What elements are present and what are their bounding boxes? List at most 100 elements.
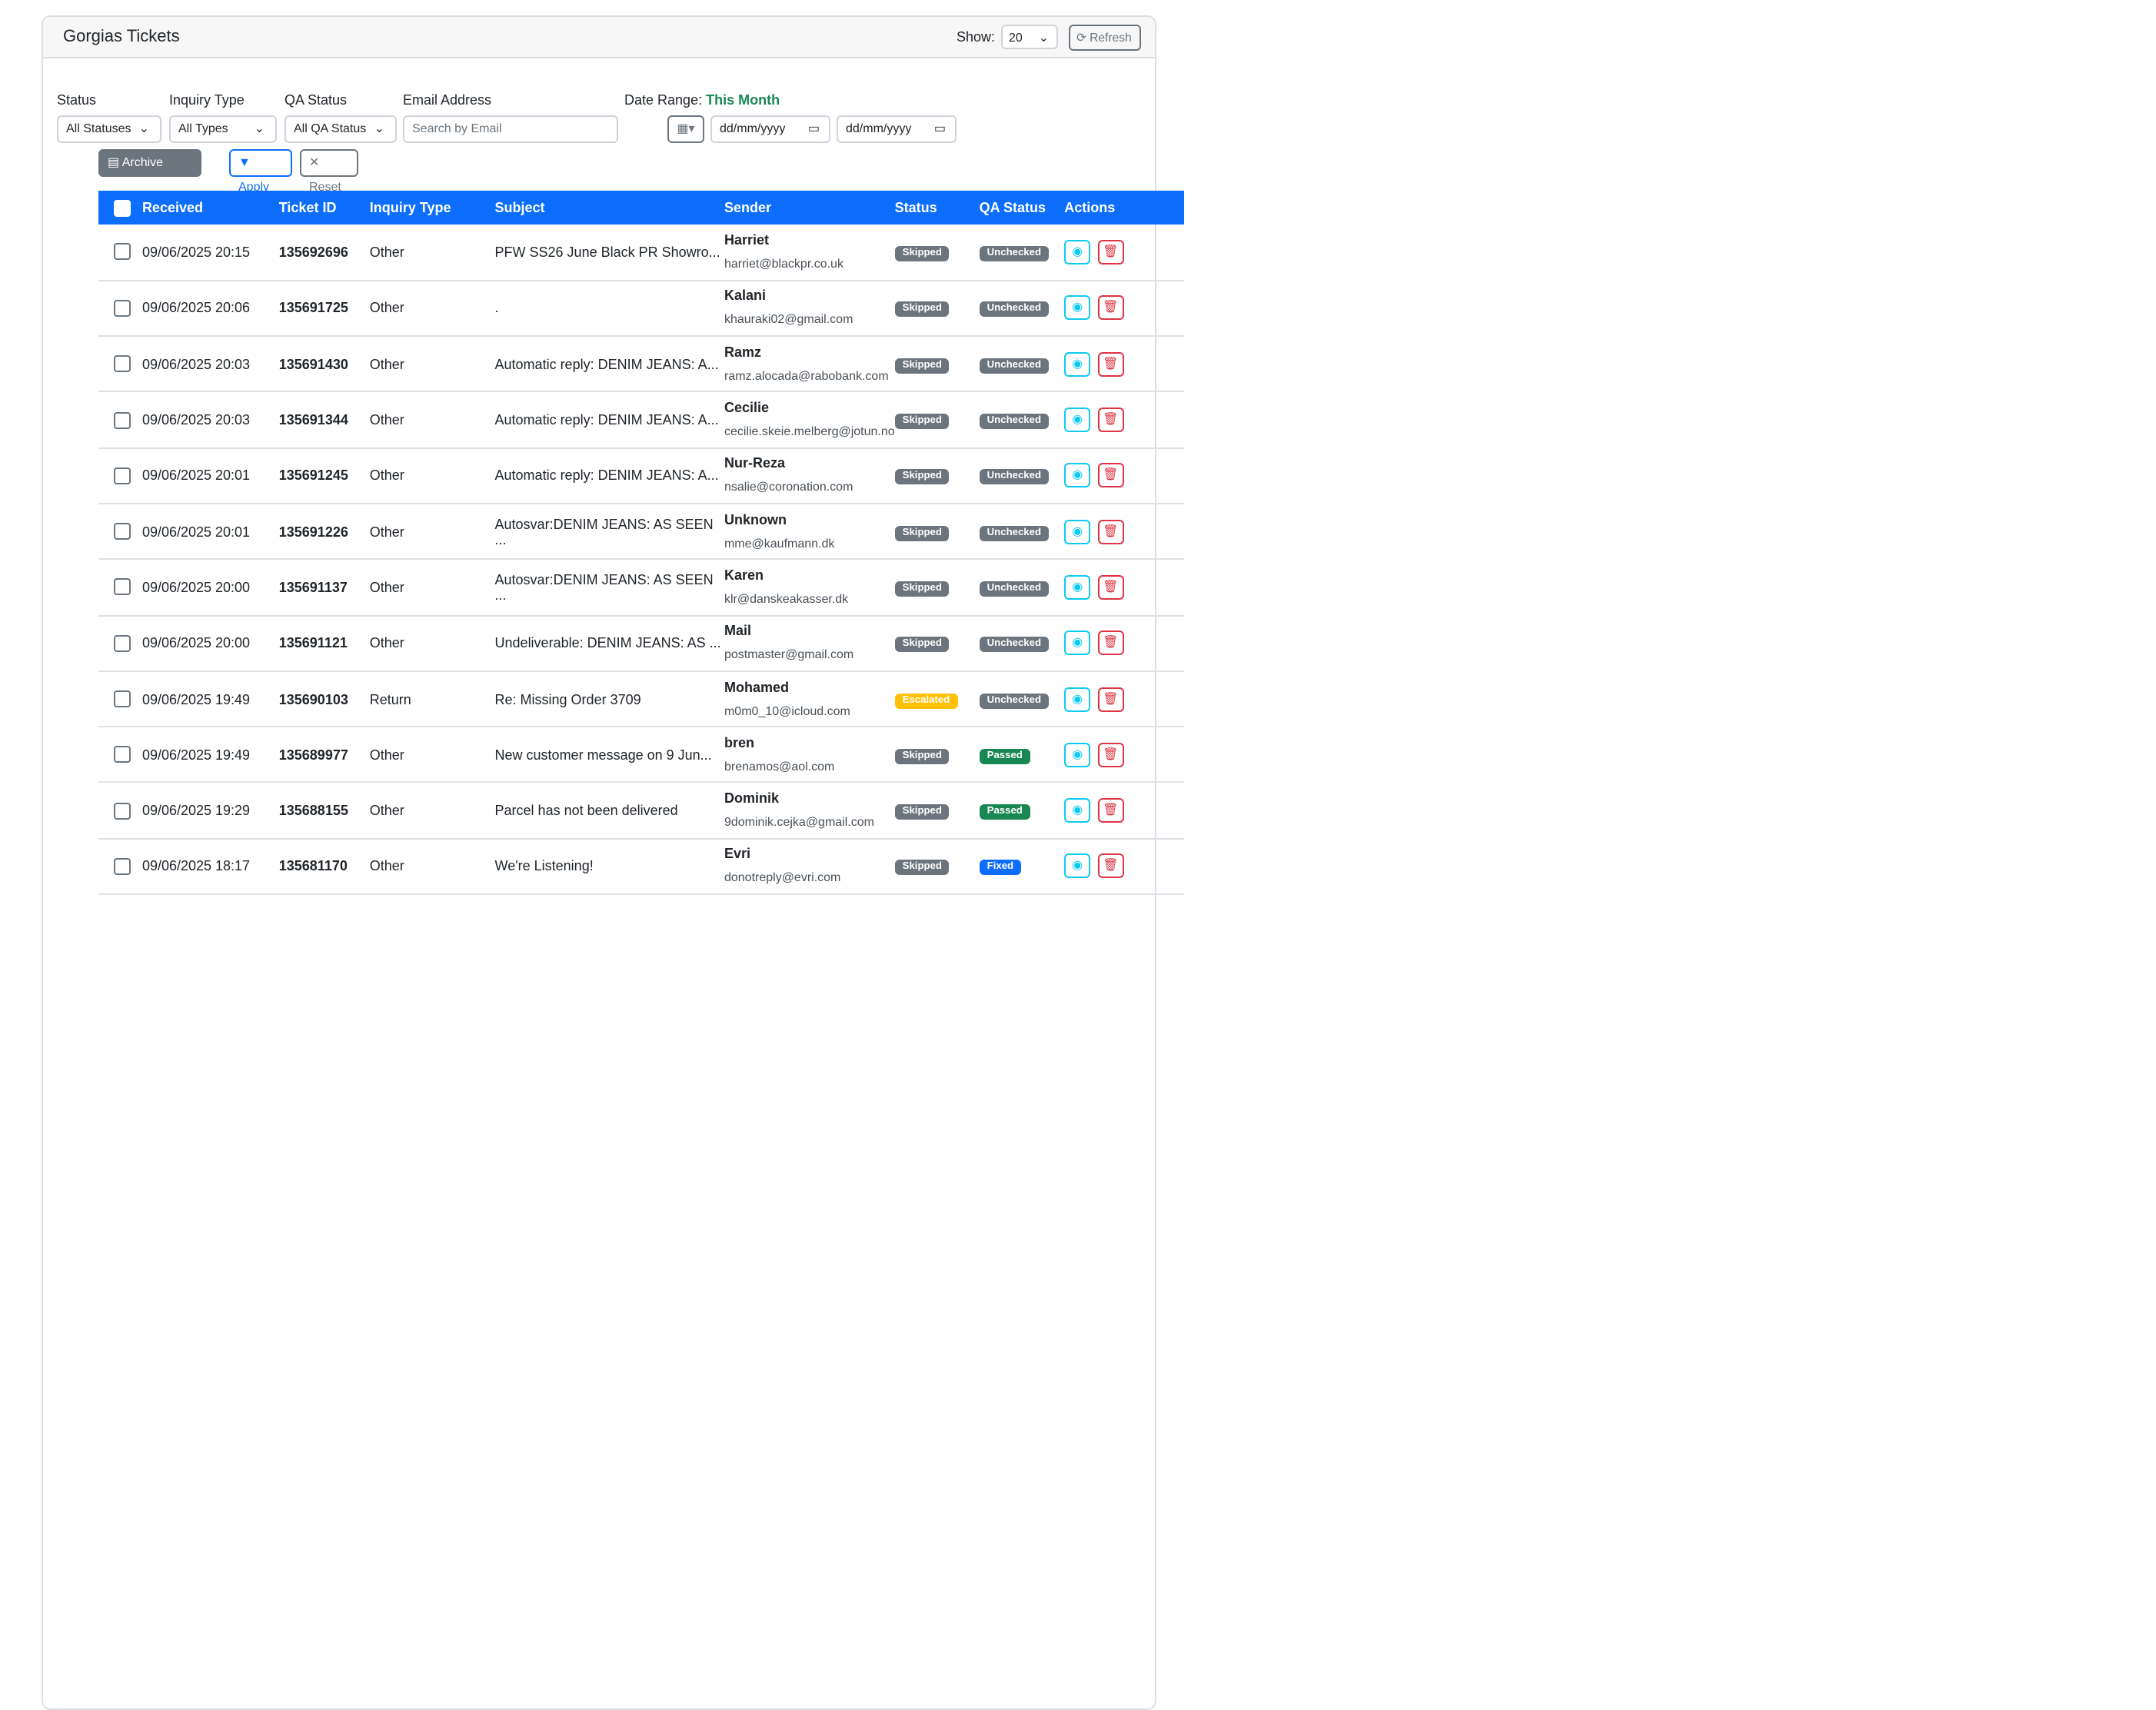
col-received[interactable]: Received: [142, 191, 279, 225]
chevron-down-icon: ⌄: [1038, 31, 1049, 45]
actions-cell: ◉ 🗑: [1064, 839, 1184, 895]
col-actions: Actions: [1064, 200, 1116, 215]
eye-icon: ◉: [1072, 300, 1083, 314]
qa-status-select[interactable]: All QA Status ⌄: [284, 115, 397, 143]
table-row[interactable]: 09/06/2025 20:00 135691121 Other Undeliv…: [98, 615, 1184, 671]
select-all-checkbox[interactable]: [114, 199, 131, 217]
email-search-input[interactable]: Search by Email: [403, 115, 618, 143]
chevron-down-icon: ⌄: [138, 121, 149, 135]
apply-button[interactable]: ▼ Apply: [229, 149, 292, 194]
qa-select-value: All QA Status: [294, 121, 367, 135]
row-checkbox[interactable]: [114, 523, 131, 541]
ticket-id-cell: 135691344: [278, 412, 348, 428]
inquiry-type-cell: Other: [369, 524, 404, 540]
table-row[interactable]: 09/06/2025 20:03 135691344 Other Automat…: [98, 392, 1184, 448]
col-qa-status[interactable]: QA Status: [980, 191, 1065, 225]
table-row[interactable]: 09/06/2025 20:15 135692696 Other PFW SS2…: [98, 225, 1184, 281]
delete-button[interactable]: 🗑: [1097, 295, 1124, 321]
received-cell: 09/06/2025 20:00: [141, 579, 251, 595]
qa-status-badge: Fixed: [979, 860, 1022, 876]
view-button[interactable]: ◉: [1064, 853, 1091, 879]
delete-button[interactable]: 🗑: [1097, 742, 1124, 767]
row-checkbox[interactable]: [114, 746, 131, 764]
delete-button[interactable]: 🗑: [1097, 239, 1124, 264]
status-select[interactable]: All Statuses ⌄: [57, 115, 161, 143]
archive-selected-button[interactable]: ▤ Archive Selected: [98, 149, 201, 194]
subject-cell: PFW SS26 June Black PR Showro...: [494, 244, 720, 260]
date-to-input[interactable]: dd/mm/yyyy ▭: [837, 115, 957, 143]
inquiry-type-select[interactable]: All Types ⌄: [169, 115, 277, 143]
show-label: Show:: [957, 29, 996, 45]
view-button[interactable]: ◉: [1064, 295, 1091, 321]
row-checkbox[interactable]: [114, 578, 131, 596]
row-checkbox[interactable]: [114, 634, 131, 652]
actions-cell: ◉ 🗑: [1064, 560, 1184, 616]
view-button[interactable]: ◉: [1064, 408, 1091, 433]
inquiry-filter-label: Inquiry Type: [169, 92, 245, 108]
row-checkbox[interactable]: [114, 355, 131, 373]
reset-button[interactable]: ✕ Reset: [300, 149, 358, 194]
table-row[interactable]: 09/06/2025 19:49 135689977 Other New cus…: [98, 727, 1184, 783]
qa-status-cell: Unchecked: [979, 671, 1065, 727]
view-button[interactable]: ◉: [1064, 351, 1091, 377]
col-sender[interactable]: Sender: [724, 191, 895, 225]
table-row[interactable]: 09/06/2025 20:06 135691725 Other . Kalan…: [98, 281, 1184, 337]
actions-cell: ◉ 🗑: [1064, 615, 1184, 671]
filter-icon: ▼: [238, 155, 251, 169]
view-button[interactable]: ◉: [1064, 798, 1091, 823]
table-row[interactable]: 09/06/2025 20:00 135691137 Other Autosva…: [98, 560, 1184, 616]
table-row[interactable]: 09/06/2025 18:17 135681170 Other We're L…: [98, 839, 1184, 895]
status-cell: Skipped: [894, 392, 980, 448]
sender-email: khauraki02@gmail.com: [724, 312, 853, 327]
row-checkbox[interactable]: [114, 802, 131, 820]
page-size-select[interactable]: 20 ⌄: [1001, 25, 1058, 49]
delete-button[interactable]: 🗑: [1097, 574, 1124, 600]
col-ticket-id[interactable]: Ticket ID: [279, 191, 370, 225]
delete-button[interactable]: 🗑: [1097, 853, 1124, 879]
delete-button[interactable]: 🗑: [1097, 408, 1124, 433]
sender-email: donotreply@evri.com: [724, 870, 841, 885]
view-button[interactable]: ◉: [1064, 742, 1091, 767]
row-checkbox[interactable]: [114, 300, 131, 317]
delete-button[interactable]: 🗑: [1097, 798, 1124, 823]
qa-status-cell: Unchecked: [979, 225, 1065, 281]
table-row[interactable]: 09/06/2025 19:49 135690103 Return Re: Mi…: [98, 671, 1184, 727]
ticket-id-cell: 135691245: [278, 467, 348, 484]
date-from-input[interactable]: dd/mm/yyyy ▭: [710, 115, 830, 143]
received-cell: 09/06/2025 20:15: [141, 244, 251, 260]
row-checkbox[interactable]: [114, 411, 131, 429]
view-button[interactable]: ◉: [1064, 519, 1091, 544]
sender-name: Mohamed: [724, 679, 789, 695]
ticket-id-cell: 135691430: [278, 356, 348, 372]
refresh-button[interactable]: ⟳ Refresh: [1069, 25, 1141, 51]
row-checkbox[interactable]: [114, 467, 131, 484]
status-cell: Skipped: [894, 447, 980, 504]
table-row[interactable]: 09/06/2025 20:01 135691245 Other Automat…: [98, 447, 1184, 504]
status-badge: Skipped: [894, 860, 950, 876]
date-preset-button[interactable]: ▦▾: [667, 115, 704, 143]
view-button[interactable]: ◉: [1064, 687, 1091, 712]
row-checkbox[interactable]: [114, 857, 131, 875]
view-button[interactable]: ◉: [1064, 239, 1091, 264]
col-inquiry-type[interactable]: Inquiry Type: [370, 191, 495, 225]
view-button[interactable]: ◉: [1064, 463, 1091, 488]
ticket-id-cell: 135691725: [278, 300, 348, 316]
col-subject[interactable]: Subject: [495, 191, 724, 225]
delete-button[interactable]: 🗑: [1097, 630, 1124, 656]
delete-button[interactable]: 🗑: [1097, 463, 1124, 488]
delete-button[interactable]: 🗑: [1097, 519, 1124, 544]
sender-cell: Ramz ramz.alocada@rabobank.com: [724, 336, 895, 392]
view-button[interactable]: ◉: [1064, 630, 1091, 656]
delete-button[interactable]: 🗑: [1097, 351, 1124, 377]
col-status[interactable]: Status: [895, 191, 980, 225]
delete-button[interactable]: 🗑: [1097, 687, 1124, 712]
table-row[interactable]: 09/06/2025 19:29 135688155 Other Parcel …: [98, 783, 1184, 839]
subject-cell: Automatic reply: DENIM JEANS: A...: [494, 467, 719, 484]
table-row[interactable]: 09/06/2025 20:03 135691430 Other Automat…: [98, 336, 1184, 392]
trash-icon: 🗑: [1103, 635, 1119, 650]
table-row[interactable]: 09/06/2025 20:01 135691226 Other Autosva…: [98, 504, 1184, 560]
row-checkbox[interactable]: [114, 690, 131, 708]
view-button[interactable]: ◉: [1064, 574, 1091, 600]
date-range-value: This Month: [706, 92, 780, 108]
row-checkbox[interactable]: [114, 243, 131, 261]
